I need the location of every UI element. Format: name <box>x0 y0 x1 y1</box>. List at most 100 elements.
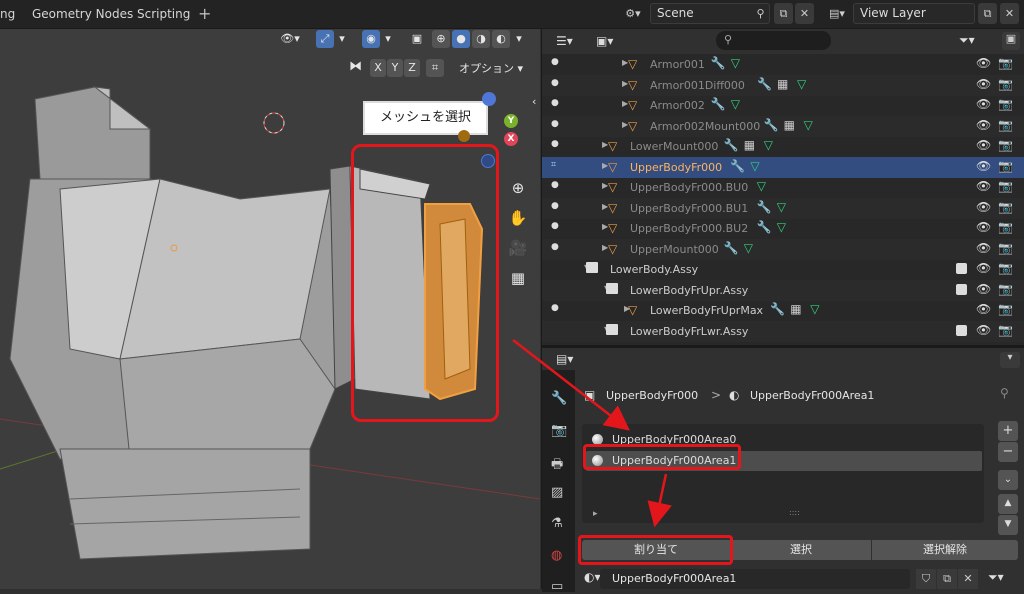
modifier-icon[interactable]: 🔧 <box>711 56 726 70</box>
pin-icon[interactable]: ⚲ <box>1000 386 1009 400</box>
mode-dot-icon[interactable]: ● <box>551 242 559 252</box>
select-button[interactable]: 選択 <box>731 540 871 560</box>
move-up-icon[interactable]: ▲ <box>998 494 1018 514</box>
gizmo-neg-z-dot[interactable] <box>481 154 495 168</box>
exclude-checkbox[interactable] <box>956 284 967 295</box>
render-camera-icon[interactable]: 📷 <box>998 220 1013 234</box>
visibility-eye-icon[interactable]: 👁 <box>976 179 991 193</box>
duplicate-material-icon[interactable]: ⧉ <box>937 569 957 589</box>
mesh-data-icon[interactable]: ▽ <box>731 97 740 111</box>
collection-tab-icon[interactable]: ▭ <box>551 579 563 594</box>
add-slot-button[interactable]: + <box>998 421 1018 441</box>
outliner-row[interactable]: ⌗ ▶ ▽ UpperBodyFr000 🔧 ▽ 👁 📷 <box>542 157 1024 178</box>
unlink-material-icon[interactable]: ✕ <box>958 569 978 589</box>
view-object-types-icon[interactable]: 👁▾ <box>278 30 302 48</box>
scene-tab-icon[interactable]: ⚗ <box>551 516 563 531</box>
delete-scene-icon[interactable]: ✕ <box>795 3 814 24</box>
display-mode-icon[interactable]: ☰▾ <box>556 34 573 48</box>
render-camera-icon[interactable]: 📷 <box>998 282 1013 296</box>
gizmo-toggle-icon[interactable]: ⤢ <box>316 30 334 48</box>
wireframe-shading-icon[interactable]: ⊕ <box>432 30 450 48</box>
mesh-data-icon[interactable]: ▽ <box>757 179 766 193</box>
material-data-icon[interactable]: ▦ <box>790 302 801 316</box>
visibility-eye-icon[interactable]: 👁 <box>976 118 991 132</box>
view-layer-tab-icon[interactable]: ▨ <box>551 485 563 500</box>
gizmo-x-icon[interactable]: X <box>504 132 518 146</box>
visibility-eye-icon[interactable]: 👁 <box>976 77 991 91</box>
node-link-icon[interactable]: ⏷▾ <box>988 570 1004 585</box>
exclude-checkbox[interactable] <box>956 263 967 274</box>
render-camera-icon[interactable]: 📷 <box>998 56 1013 70</box>
remove-slot-button[interactable]: − <box>998 442 1018 462</box>
delete-view-layer-icon[interactable]: ✕ <box>1000 3 1019 24</box>
mode-dot-icon[interactable]: ● <box>551 201 559 211</box>
output-tab-icon[interactable]: 🖶 <box>551 455 563 477</box>
material-browse-icon[interactable]: ◐▾ <box>584 570 601 584</box>
mode-dot-icon[interactable]: ● <box>551 303 559 313</box>
visibility-eye-icon[interactable]: 👁 <box>976 138 991 152</box>
mode-dot-icon[interactable]: ● <box>551 98 559 108</box>
world-tab-icon[interactable]: ◍ <box>551 548 562 563</box>
outliner-row[interactable]: ▼LowerBodyFrUpr.Assy👁📷 <box>542 280 1024 301</box>
deselect-button[interactable]: 選択解除 <box>872 540 1018 560</box>
mesh-data-icon[interactable]: ▽ <box>731 56 740 70</box>
render-camera-icon[interactable]: 📷 <box>998 323 1013 337</box>
visibility-eye-icon[interactable]: 👁 <box>976 56 991 70</box>
slot-specials-icon[interactable]: ⌄ <box>998 470 1018 490</box>
modifier-icon[interactable]: 🔧 <box>757 77 772 91</box>
outliner-row[interactable]: ● ▶ ▽ UpperBodyFr000.BU0 ▽ 👁 📷 <box>542 177 1024 198</box>
camera-icon[interactable]: 🎥 <box>507 237 529 259</box>
mode-dot-icon[interactable]: ● <box>551 78 559 88</box>
view-layer-field[interactable]: View Layer <box>853 3 975 24</box>
visibility-eye-icon[interactable]: 👁 <box>976 261 991 275</box>
scene-icon[interactable]: ⚙▾ <box>618 3 648 24</box>
render-camera-icon[interactable]: 📷 <box>998 179 1013 193</box>
mesh-data-icon[interactable]: ▽ <box>797 77 806 91</box>
mirror-z-button[interactable]: Z <box>404 59 420 77</box>
render-camera-icon[interactable]: 📷 <box>998 241 1013 255</box>
pan-hand-icon[interactable]: ✋ <box>507 207 529 229</box>
3d-viewport[interactable]: 👁▾ ⤢ ▾ ◉ ▾ ▣ ⊕ ● ◑ ◐ ▾ ⧓ X Y Z ⌗ オプション ▾… <box>0 29 540 589</box>
mode-dot-icon[interactable]: ● <box>551 221 559 231</box>
perspective-grid-icon[interactable]: ▦ <box>507 267 529 289</box>
outliner-row[interactable]: ▼LowerBody.Assy👁📷 <box>542 259 1024 280</box>
mirror-y-button[interactable]: Y <box>387 59 403 77</box>
overlay-dropdown-icon[interactable]: ▾ <box>382 30 394 48</box>
view-filter-icon[interactable]: ▣▾ <box>596 34 613 48</box>
mesh-data-icon[interactable]: ▽ <box>777 200 786 214</box>
render-camera-icon[interactable]: 📷 <box>998 97 1013 111</box>
render-camera-icon[interactable]: 📷 <box>998 138 1013 152</box>
new-view-layer-icon[interactable]: ⧉ <box>978 3 997 24</box>
render-camera-icon[interactable]: 📷 <box>998 77 1013 91</box>
mode-dot-icon[interactable]: ● <box>551 119 559 129</box>
gizmo-z-dot[interactable] <box>482 92 496 106</box>
visibility-eye-icon[interactable]: 👁 <box>976 220 991 234</box>
shading-dropdown-icon[interactable]: ▾ <box>512 30 526 48</box>
mode-dot-icon[interactable]: ● <box>551 180 559 190</box>
modifier-icon[interactable]: 🔧 <box>724 241 739 255</box>
pin-icon[interactable]: ⚲ <box>751 3 770 24</box>
view-layer-icon[interactable]: ▤▾ <box>822 3 852 24</box>
modifier-icon[interactable]: 🔧 <box>724 138 739 152</box>
visibility-eye-icon[interactable]: 👁 <box>976 302 991 316</box>
mirror-x-button[interactable]: X <box>370 59 386 77</box>
solid-shading-icon[interactable]: ● <box>452 30 470 48</box>
mode-dot-icon[interactable]: ● <box>551 57 559 67</box>
material-data-icon[interactable]: ▦ <box>784 118 795 132</box>
outliner-row[interactable]: ● ▶ ▽ UpperBodyFr000.BU2 🔧 ▽ 👁 📷 <box>542 218 1024 239</box>
tab-sculpting[interactable]: ng <box>0 7 15 21</box>
list-expand-icon[interactable]: ▸ <box>593 509 598 519</box>
gizmo-dropdown-icon[interactable]: ▾ <box>336 30 348 48</box>
mesh-data-icon[interactable]: ▽ <box>804 118 813 132</box>
breadcrumb-material[interactable]: UpperBodyFr000Area1 <box>750 389 874 402</box>
outliner-row[interactable]: ● ▶ ▽ UpperMount000 🔧 ▽ 👁 📷 <box>542 239 1024 260</box>
modifier-icon[interactable]: 🔧 <box>764 118 779 132</box>
material-data-icon[interactable]: ▦ <box>777 77 788 91</box>
material-shading-icon[interactable]: ◑ <box>472 30 490 48</box>
render-camera-icon[interactable]: 📷 <box>998 261 1013 275</box>
panel-dropdown-icon[interactable]: ▾ <box>1000 352 1020 368</box>
mesh-data-icon[interactable]: ▽ <box>744 241 753 255</box>
rendered-shading-icon[interactable]: ◐ <box>492 30 510 48</box>
outliner-search-input[interactable]: ⚲ <box>716 31 831 50</box>
visibility-eye-icon[interactable]: 👁 <box>976 282 991 296</box>
